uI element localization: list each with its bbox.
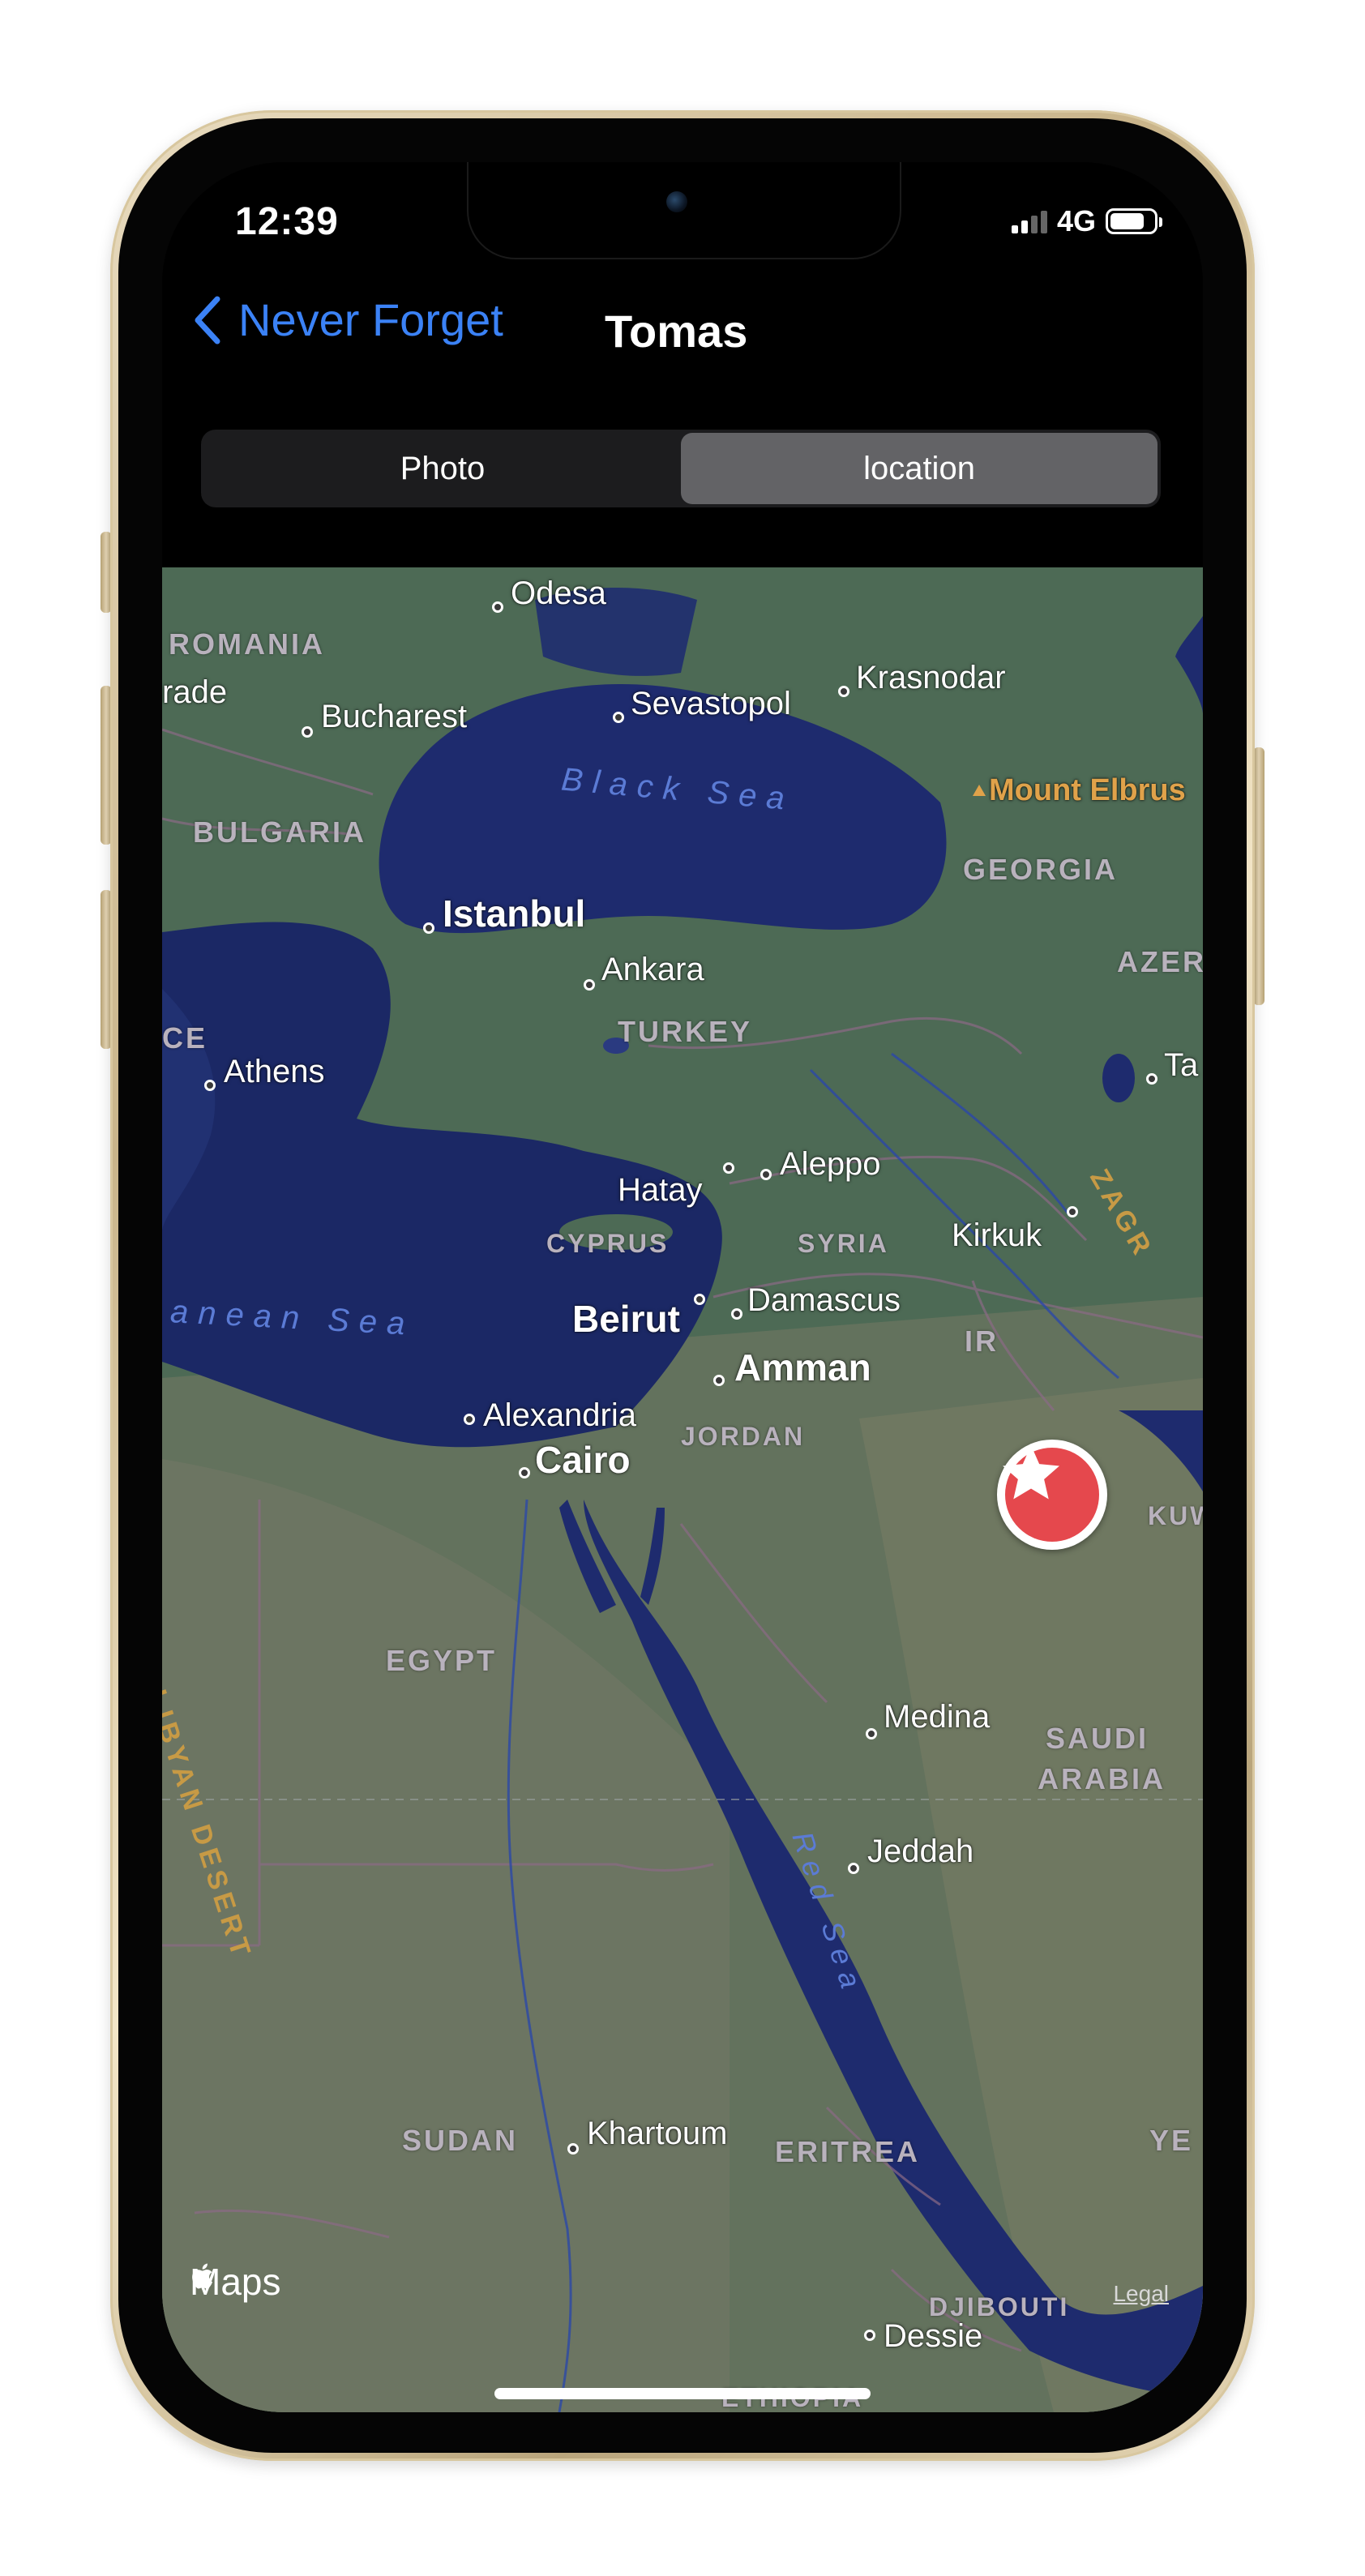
- city-dot-athens: [204, 1080, 216, 1091]
- city-label-khartoum: Khartoum: [587, 2116, 728, 2151]
- page-title: Tomas: [605, 306, 748, 357]
- mountain-peak-icon: [973, 785, 986, 796]
- legal-link[interactable]: Legal: [1113, 2281, 1169, 2307]
- city-label-jeddah: Jeddah: [867, 1834, 974, 1869]
- city-label-cairo: Cairo: [535, 1439, 631, 1481]
- city-dot-alexandria: [464, 1414, 475, 1425]
- cellular-signal-icon: [1011, 209, 1047, 233]
- status-time: 12:39: [235, 200, 339, 243]
- country-label-bulgaria: BULGARIA: [193, 815, 366, 849]
- back-button[interactable]: Never Forget: [191, 293, 503, 346]
- screen: 12:39 4G Never Forget Tomas Photo locati…: [162, 162, 1203, 2412]
- city-label-amman: Amman: [734, 1346, 871, 1389]
- city-dot-khartoum: [567, 2143, 579, 2155]
- city-dot-damascus: [731, 1308, 742, 1320]
- city-dot-dessie: [864, 2330, 875, 2341]
- country-label-ce: CE: [162, 1021, 208, 1055]
- city-label-ta: Ta: [1164, 1047, 1199, 1083]
- front-camera-icon: [666, 191, 687, 212]
- city-label-medina: Medina: [884, 1699, 991, 1735]
- city-label-beirut: Beirut: [572, 1298, 680, 1340]
- map-view[interactable]: Odesa rade Bucharest Sevastopol Krasnoda…: [162, 567, 1203, 2412]
- stage: 12:39 4G Never Forget Tomas Photo locati…: [0, 0, 1365, 2576]
- country-label-kuw: KUW: [1148, 1501, 1203, 1530]
- country-label-turkey: TURKEY: [618, 1015, 753, 1048]
- segment-location[interactable]: location: [681, 433, 1157, 504]
- dynamic-notch: [467, 162, 901, 259]
- city-label-rade: rade: [162, 674, 228, 710]
- city-dot-ankara: [584, 979, 595, 991]
- city-dot-medina: [866, 1728, 877, 1739]
- city-label-istanbul: Istanbul: [443, 892, 586, 935]
- city-dot-sevastopol: [613, 712, 624, 723]
- power-button: [1253, 747, 1264, 1005]
- city-label-aleppo: Aleppo: [780, 1146, 881, 1182]
- city-dot-hatay: [723, 1162, 734, 1174]
- status-indicators: 4G: [1011, 204, 1162, 238]
- star-icon: [1003, 1445, 1059, 1500]
- country-label-ye: YE: [1149, 2124, 1194, 2157]
- country-label-egypt: EGYPT: [386, 1644, 498, 1677]
- city-dot-amman: [713, 1375, 725, 1386]
- country-label-georgia: GEORGIA: [963, 853, 1119, 886]
- city-dot-aleppo: [760, 1169, 772, 1180]
- city-dot-kirkuk: [1067, 1206, 1078, 1217]
- back-button-label: Never Forget: [238, 294, 503, 345]
- mount-elbrus-label: Mount Elbrus: [989, 773, 1186, 807]
- city-label-ankara: Ankara: [601, 952, 704, 987]
- city-label-krasnodar: Krasnodar: [856, 660, 1006, 695]
- home-indicator[interactable]: [494, 2388, 871, 2399]
- city-label-bucharest: Bucharest: [321, 699, 468, 734]
- city-label-sevastopol: Sevastopol: [631, 686, 791, 721]
- location-pin[interactable]: [997, 1440, 1107, 1550]
- city-label-athens: Athens: [224, 1054, 325, 1089]
- country-label-jordan: JORDAN: [681, 1422, 806, 1451]
- chevron-left-icon: [195, 296, 220, 344]
- apple-logo-icon: [192, 2263, 213, 2289]
- battery-icon: [1106, 208, 1162, 234]
- segmented-control: Photo location: [201, 430, 1161, 507]
- city-dot-istanbul: [423, 922, 434, 934]
- apple-maps-attribution: Maps: [190, 2260, 280, 2304]
- city-dot-ta: [1146, 1073, 1157, 1085]
- city-label-odesa: Odesa: [511, 576, 606, 611]
- network-label: 4G: [1056, 204, 1096, 237]
- country-label-djibouti: DJIBOUTI: [929, 2292, 1070, 2321]
- city-dot-bucharest: [302, 726, 313, 738]
- city-dot-beirut: [694, 1294, 705, 1305]
- country-label-romania: ROMANIA: [169, 627, 325, 661]
- city-dot-cairo: [519, 1467, 530, 1478]
- city-label-alexandria: Alexandria: [483, 1397, 637, 1433]
- city-label-damascus: Damascus: [747, 1282, 901, 1318]
- city-dot-jeddah: [848, 1863, 859, 1874]
- segment-photo[interactable]: Photo: [204, 433, 681, 504]
- city-label-hatay: Hatay: [618, 1172, 703, 1208]
- country-label-eritrea: ERITREA: [775, 2135, 921, 2168]
- country-label-syria: SYRIA: [798, 1229, 889, 1258]
- country-label-saudi: SAUDI: [1046, 1722, 1149, 1755]
- city-label-dessie: Dessie: [884, 2318, 983, 2354]
- country-label-cyprus: CYPRUS: [546, 1229, 670, 1258]
- city-label-kirkuk: Kirkuk: [952, 1217, 1042, 1253]
- country-label-azer: AZER: [1117, 945, 1203, 978]
- country-label-arabia: ARABIA: [1038, 1762, 1166, 1795]
- city-dot-odesa: [492, 601, 503, 613]
- city-dot-krasnodar: [838, 686, 849, 697]
- country-label-sudan: SUDAN: [402, 2124, 519, 2157]
- country-label-ir: IR: [965, 1324, 999, 1358]
- location-pin-badge: [1003, 1445, 1099, 1542]
